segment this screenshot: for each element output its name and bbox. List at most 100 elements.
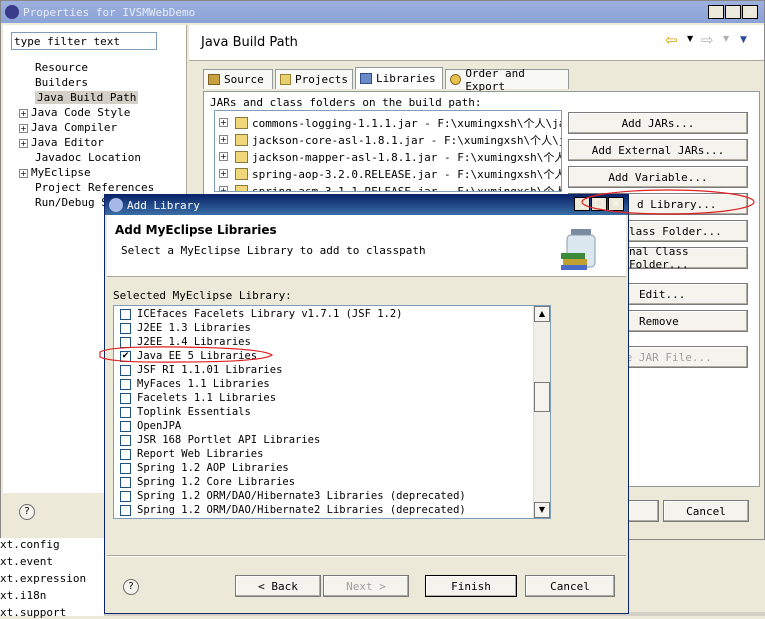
library-item[interactable]: J2EE 1.3 Libraries: [120, 321, 251, 335]
expand-plus-icon[interactable]: +: [219, 169, 228, 178]
library-item[interactable]: ✔ Java EE 5 Libraries: [120, 349, 257, 363]
scroll-thumb[interactable]: [534, 382, 550, 412]
library-item[interactable]: MyFaces 1.1 Libraries: [120, 377, 270, 391]
jar-icon: [235, 133, 248, 146]
jar-row[interactable]: + spring-aop-3.2.0.RELEASE.jar - F:\xumin…: [219, 165, 561, 182]
expand-plus-icon[interactable]: +: [219, 118, 228, 127]
jar-row[interactable]: + commons-logging-1.1.1.jar - F:\xumingxs…: [219, 114, 561, 131]
scroll-up-icon[interactable]: ▲: [534, 306, 550, 322]
jar-label: jackson-core-asl-1.8.1.jar - F:\xumingxs…: [252, 133, 562, 147]
maximize-icon[interactable]: □: [725, 5, 741, 19]
tree-item[interactable]: + MyEclipse: [19, 166, 91, 179]
library-checkbox[interactable]: [120, 434, 131, 446]
properties-ok-button[interactable]: [629, 500, 659, 522]
tree-item[interactable]: + Java Compiler: [19, 121, 117, 134]
jar-icon: [235, 116, 248, 129]
tree-item-label: Project References: [35, 181, 155, 194]
expand-plus-icon[interactable]: +: [19, 123, 28, 133]
library-checkbox[interactable]: ✔: [120, 350, 131, 362]
library-item[interactable]: Spring 1.2 Core Libraries: [120, 475, 295, 489]
library-checkbox[interactable]: [120, 490, 131, 502]
add-external-jars-button[interactable]: Add External JARs...: [568, 139, 748, 161]
tree-item[interactable]: Run/Debug Se: [35, 196, 114, 209]
jar-row[interactable]: + jackson-mapper-asl-1.8.1.jar - F:\xumin…: [219, 148, 561, 165]
jar-row[interactable]: + jackson-core-asl-1.8.1.jar - F:\xumingx…: [219, 131, 562, 148]
library-item[interactable]: J2EE 1.4 Libraries: [120, 335, 251, 349]
expand-plus-icon[interactable]: +: [219, 135, 228, 144]
library-checkbox[interactable]: [120, 420, 131, 432]
expand-plus-icon[interactable]: +: [219, 152, 228, 161]
dialog-close-icon[interactable]: ×: [608, 197, 624, 211]
library-checkbox[interactable]: [120, 406, 131, 418]
filter-input[interactable]: [11, 32, 157, 50]
library-checkbox[interactable]: [120, 448, 131, 460]
forward-dropdown-icon[interactable]: ▼: [723, 34, 729, 43]
library-item[interactable]: ICEfaces Facelets Library v1.7.1 (JSF 1.…: [120, 307, 403, 321]
scroll-down-icon[interactable]: ▼: [534, 502, 550, 518]
library-checkbox[interactable]: [120, 504, 131, 516]
close-icon[interactable]: ×: [742, 5, 758, 19]
back-button[interactable]: < Back: [235, 575, 321, 597]
add-jars-button[interactable]: Add JARs...: [568, 112, 748, 134]
library-item[interactable]: Facelets 1.1 Libraries: [120, 391, 276, 405]
tree-item[interactable]: Java Build Path: [35, 91, 139, 104]
library-item[interactable]: Spring 1.2 ORM/DAO/Hibernate2 Libraries …: [120, 503, 466, 517]
library-item[interactable]: OpenJPA: [120, 419, 181, 433]
properties-cancel-button[interactable]: Cancel: [663, 500, 749, 522]
library-checkbox[interactable]: [120, 308, 131, 320]
dialog-app-icon: [109, 198, 123, 212]
library-item[interactable]: JSR 168 Portlet API Libraries: [120, 433, 320, 447]
tab-order-export[interactable]: Order and Export: [445, 67, 569, 93]
library-checkbox[interactable]: [120, 336, 131, 348]
library-item[interactable]: Report Web Libraries: [120, 447, 263, 461]
tree-item[interactable]: Resource: [35, 61, 88, 74]
jar-row[interactable]: + spring-asm-3.1.1.RELEASE.jar - F:\xumin…: [219, 182, 561, 191]
library-item[interactable]: Spring 1.2 ORM/DAO/Hibernate3 Libraries …: [120, 489, 466, 503]
tree-item[interactable]: + Java Code Style: [19, 106, 130, 119]
tab-source[interactable]: Source: [203, 69, 273, 89]
view-menu-icon[interactable]: ▼: [740, 35, 747, 45]
library-item[interactable]: Toplink Essentials: [120, 405, 251, 419]
library-checkbox[interactable]: [120, 462, 131, 474]
tree-item[interactable]: Builders: [35, 76, 88, 89]
tree-item[interactable]: Project References: [35, 181, 154, 194]
library-checkbox[interactable]: [120, 392, 131, 404]
forward-arrow-icon[interactable]: ⇨: [701, 31, 714, 49]
library-list[interactable]: ICEfaces Facelets Library v1.7.1 (JSF 1.…: [113, 305, 551, 519]
next-button[interactable]: Next >: [323, 575, 409, 597]
library-checkbox[interactable]: [120, 378, 131, 390]
minimize-icon[interactable]: _: [708, 5, 724, 19]
tab-libraries[interactable]: Libraries: [355, 67, 443, 89]
dialog-titlebar[interactable]: Add Library _ □ ×: [105, 195, 628, 215]
add-variable-button[interactable]: Add Variable...: [568, 166, 748, 188]
back-arrow-icon[interactable]: ⇦: [665, 31, 678, 49]
properties-help-icon[interactable]: ?: [19, 504, 35, 520]
expand-plus-icon[interactable]: +: [219, 186, 228, 191]
library-checkbox[interactable]: [120, 364, 131, 376]
tree-item-label: Java Compiler: [31, 121, 118, 134]
dialog-maximize-icon[interactable]: □: [591, 197, 607, 211]
jar-list[interactable]: + commons-logging-1.1.1.jar - F:\xumingxs…: [214, 110, 562, 192]
tree-item[interactable]: + Java Editor: [19, 136, 104, 149]
tree-item[interactable]: Javadoc Location: [35, 151, 141, 164]
expand-plus-icon[interactable]: +: [19, 138, 28, 148]
tab-projects[interactable]: Projects: [275, 69, 353, 89]
back-dropdown-icon[interactable]: ▼: [687, 34, 693, 43]
background-list: xt.config xt.event xt.expression xt.i18n xt.…: [0, 538, 104, 619]
dialog-help-icon[interactable]: ?: [123, 579, 139, 595]
library-list-label: Selected MyEclipse Library:: [113, 289, 292, 302]
library-scrollbar[interactable]: ▲ ▼: [533, 306, 550, 518]
bg-list-item: xt.config: [0, 538, 60, 551]
dialog-header: Add MyEclipse Libraries Select a MyEclip…: [107, 215, 626, 277]
library-checkbox[interactable]: [120, 476, 131, 488]
properties-titlebar[interactable]: Properties for IVSMWebDemo _ □ ×: [1, 1, 764, 23]
finish-button[interactable]: Finish: [425, 575, 517, 597]
dialog-cancel-button[interactable]: Cancel: [525, 575, 615, 597]
library-item[interactable]: JSF RI 1.1.01 Libraries: [120, 363, 282, 377]
expand-plus-icon[interactable]: +: [19, 108, 28, 118]
library-item[interactable]: Spring 1.2 AOP Libraries: [120, 461, 289, 475]
expand-plus-icon[interactable]: +: [19, 168, 28, 178]
dialog-minimize-icon[interactable]: _: [574, 197, 590, 211]
page-title: Java Build Path: [201, 35, 298, 50]
library-checkbox[interactable]: [120, 322, 131, 334]
